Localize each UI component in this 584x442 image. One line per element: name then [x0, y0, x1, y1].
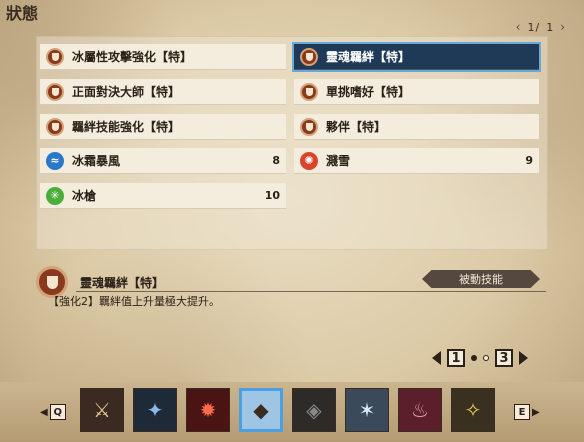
chevron-right-icon: ▶ — [532, 406, 540, 418]
skill-item-7[interactable]: 夥伴【特】 — [294, 114, 539, 140]
shield-icon — [46, 82, 64, 101]
monster-2-icon[interactable]: ✦ — [133, 388, 177, 432]
skill-item-4[interactable]: ≈ 冰霜暴風 8 — [40, 148, 286, 174]
prev-arrow-icon[interactable] — [432, 351, 441, 365]
skill-level: 10 — [264, 189, 280, 202]
monster-5-icon[interactable]: ◈ — [292, 388, 336, 432]
page-title: 狀態 — [6, 4, 39, 23]
skill-name: 羈絆技能強化【特】 — [72, 120, 181, 134]
ice-lance-icon: ✳ — [46, 186, 64, 205]
skill-level: 8 — [272, 154, 280, 167]
skill-name: 冰屬性攻擊強化【特】 — [72, 50, 193, 64]
shield-icon — [46, 117, 64, 136]
skill-name: 單挑嗜好【特】 — [326, 85, 411, 99]
detail-description: 【強化2】羈絆值上升量極大提升。 — [48, 295, 220, 308]
wind-icon: ≈ — [46, 151, 64, 170]
page-right[interactable]: 3 — [495, 349, 513, 367]
shield-icon — [300, 47, 318, 66]
prev-key[interactable]: ◀ Q — [40, 404, 68, 420]
key-q: Q — [49, 404, 66, 420]
chevron-left-icon: ◀ — [40, 406, 48, 418]
skill-name: 靈魂羈絆【特】 — [326, 50, 411, 64]
monster-list: ⚔ ✦ ✹ ◆ ◈ ✶ ♨ ✧ — [80, 388, 495, 432]
skill-item-6[interactable]: 單挑嗜好【特】 — [294, 79, 539, 105]
skill-name: 正面對決大師【特】 — [72, 85, 181, 99]
skill-item-selected[interactable]: 靈魂羈絆【特】 — [292, 42, 541, 72]
skill-name: 夥伴【特】 — [326, 120, 387, 134]
skill-item-2[interactable]: 正面對決大師【特】 — [40, 79, 286, 105]
page-indicator: ‹ 1/ 1 › — [516, 20, 566, 34]
pagination: 1 3 — [432, 349, 528, 367]
page-current: 1/ — [527, 20, 541, 34]
shield-icon — [46, 47, 64, 66]
monster-3-icon[interactable]: ✹ — [186, 388, 230, 432]
monster-8-icon[interactable]: ✧ — [451, 388, 495, 432]
next-key[interactable]: E ▶ — [512, 404, 540, 420]
skill-item-8[interactable]: ✺ 濺雪 9 — [294, 148, 539, 174]
snow-splash-icon: ✺ — [300, 151, 318, 170]
shield-icon — [300, 82, 318, 101]
divider — [76, 291, 546, 292]
skill-item-1[interactable]: 冰屬性攻擊強化【特】 — [40, 44, 286, 70]
page-total: 1 — [546, 20, 555, 34]
page-dot-active — [471, 355, 477, 361]
monster-6-icon[interactable]: ✶ — [345, 388, 389, 432]
skill-item-3[interactable]: 羈絆技能強化【特】 — [40, 114, 286, 140]
key-e: E — [514, 404, 530, 420]
prev-page-icon[interactable]: ‹ — [516, 20, 522, 34]
skill-type-badge: 被動技能 — [422, 270, 540, 288]
skill-level: 9 — [525, 154, 533, 167]
monster-4-icon[interactable]: ◆ — [239, 388, 283, 432]
rider-icon[interactable]: ⚔ — [80, 388, 124, 432]
skill-name: 冰槍 — [72, 189, 97, 203]
skill-name: 冰霜暴風 — [72, 154, 121, 168]
detail-skill-name: 靈魂羈絆【特】 — [80, 276, 165, 290]
shield-icon — [300, 117, 318, 136]
page-left[interactable]: 1 — [447, 349, 465, 367]
skill-item-5[interactable]: ✳ 冰槍 10 — [40, 183, 286, 209]
skill-name: 濺雪 — [326, 154, 351, 168]
page-dot — [483, 355, 489, 361]
monster-7-icon[interactable]: ♨ — [398, 388, 442, 432]
next-page-icon[interactable]: › — [560, 20, 566, 34]
next-arrow-icon[interactable] — [519, 351, 528, 365]
